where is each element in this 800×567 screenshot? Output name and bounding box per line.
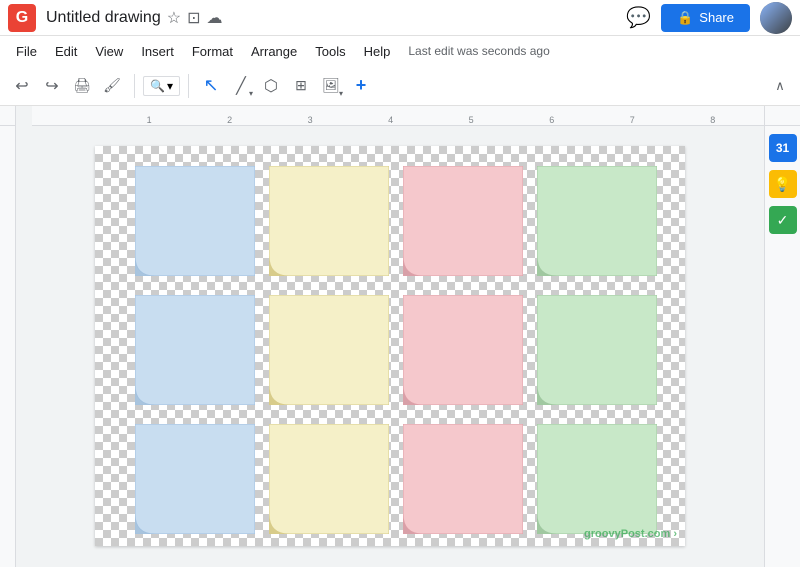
- zoom-value: ▾: [167, 79, 173, 93]
- sticky-note[interactable]: [135, 166, 255, 276]
- line-dropdown-icon: ▾: [249, 89, 253, 98]
- toolbar: ↩ ↪ 🖨 🖌 🔍 ▾ ↖ ╱ ▾ ⬡ ⊞ 🖼 ▾ + ∧: [0, 66, 800, 106]
- ruler-mark-5: 5: [469, 115, 474, 125]
- share-label: Share: [699, 10, 734, 25]
- lock-icon: 🔒: [677, 10, 693, 26]
- ruler-mark-1: 1: [147, 115, 152, 125]
- sticky-notes-grid: [135, 166, 657, 539]
- menubar: File Edit View Insert Format Arrange Too…: [0, 36, 800, 66]
- ruler-row: 1 2 3 4 5 6 7 8: [0, 106, 800, 126]
- insert-tool-button[interactable]: +: [347, 72, 375, 100]
- titlebar: G Untitled drawing ☆ ⊡ ☁ 💬 🔒 Share: [0, 0, 800, 36]
- menu-format[interactable]: Format: [184, 40, 241, 63]
- menu-file[interactable]: File: [8, 40, 45, 63]
- sticky-note[interactable]: [537, 424, 657, 534]
- menu-view[interactable]: View: [87, 40, 131, 63]
- menu-help[interactable]: Help: [356, 40, 399, 63]
- avatar[interactable]: [760, 2, 792, 34]
- horizontal-ruler: 1 2 3 4 5 6 7 8: [32, 106, 764, 126]
- menu-insert[interactable]: Insert: [133, 40, 182, 63]
- select-tool-button[interactable]: ↖: [197, 72, 225, 100]
- textbox-tool-button[interactable]: ⊞: [287, 72, 315, 100]
- ruler-mark-8: 8: [710, 115, 715, 125]
- toolbar-history: ↩ ↪ 🖨 🖌: [8, 72, 126, 100]
- panel-icon-check[interactable]: ✓: [769, 206, 797, 234]
- left-gutter: [0, 126, 16, 567]
- ruler-mark-3: 3: [308, 115, 313, 125]
- line-tool-button[interactable]: ╱ ▾: [227, 72, 255, 100]
- sticky-note[interactable]: [269, 424, 389, 534]
- main-content: groovyPost.com › 31 💡 ✓: [0, 126, 800, 567]
- print-button[interactable]: 🖨: [68, 72, 96, 100]
- ruler-mark-2: 2: [227, 115, 232, 125]
- ruler-mark-4: 4: [388, 115, 393, 125]
- sticky-note[interactable]: [403, 424, 523, 534]
- last-edit-status: Last edit was seconds ago: [408, 44, 549, 58]
- sticky-note[interactable]: [269, 166, 389, 276]
- canvas-area[interactable]: groovyPost.com ›: [16, 126, 764, 567]
- separator-2: [188, 74, 189, 98]
- shape-tool-button[interactable]: ⬡: [257, 72, 285, 100]
- sticky-note[interactable]: [537, 166, 657, 276]
- document-title[interactable]: Untitled drawing: [46, 9, 161, 27]
- ruler-mark-7: 7: [630, 115, 635, 125]
- cloud-icon[interactable]: ☁: [206, 8, 222, 28]
- ruler-corner: [0, 106, 16, 126]
- line-icon: ╱: [236, 76, 246, 96]
- toolbar-collapse-button[interactable]: ∧: [768, 74, 792, 98]
- watermark-arrow: ›: [673, 528, 677, 540]
- redo-button[interactable]: ↪: [38, 72, 66, 100]
- panel-icon-bulb[interactable]: 💡: [769, 170, 797, 198]
- paint-format-button[interactable]: 🖌: [98, 72, 126, 100]
- ruler-right-cap: [764, 106, 800, 126]
- menu-arrange[interactable]: Arrange: [243, 40, 305, 63]
- logo-letter: G: [16, 9, 28, 27]
- sticky-note[interactable]: [135, 424, 255, 534]
- sticky-note[interactable]: [403, 295, 523, 405]
- toolbar-tools: ↖ ╱ ▾ ⬡ ⊞ 🖼 ▾ +: [197, 72, 375, 100]
- menu-edit[interactable]: Edit: [47, 40, 85, 63]
- sticky-note[interactable]: [135, 295, 255, 405]
- separator-1: [134, 74, 135, 98]
- undo-button[interactable]: ↩: [8, 72, 36, 100]
- zoom-icon: 🔍: [150, 79, 165, 93]
- watermark-highlight: Post: [621, 528, 645, 540]
- sticky-note[interactable]: [537, 295, 657, 405]
- watermark-text: groovyPost.com: [584, 528, 670, 540]
- watermark: groovyPost.com ›: [584, 528, 677, 540]
- folder-icon[interactable]: ⊡: [187, 8, 200, 28]
- sticky-note[interactable]: [269, 295, 389, 405]
- google-logo: G: [8, 4, 36, 32]
- star-icon[interactable]: ☆: [167, 8, 181, 28]
- avatar-image: [760, 2, 792, 34]
- image-tool-button[interactable]: 🖼 ▾: [317, 72, 345, 100]
- image-dropdown-icon: ▾: [339, 89, 343, 98]
- image-icon: 🖼: [322, 77, 340, 94]
- ruler-mark-6: 6: [549, 115, 554, 125]
- zoom-control[interactable]: 🔍 ▾: [143, 76, 180, 96]
- right-panel: 31 💡 ✓: [764, 126, 800, 567]
- share-button[interactable]: 🔒 Share: [661, 4, 750, 32]
- comment-icon[interactable]: 💬: [626, 5, 651, 30]
- sticky-note[interactable]: [403, 166, 523, 276]
- panel-icon-31[interactable]: 31: [769, 134, 797, 162]
- header-right: 💬 🔒 Share: [626, 2, 792, 34]
- drawing-canvas[interactable]: groovyPost.com ›: [95, 146, 685, 546]
- menu-tools[interactable]: Tools: [307, 40, 353, 63]
- title-icons: ☆ ⊡ ☁: [167, 8, 223, 28]
